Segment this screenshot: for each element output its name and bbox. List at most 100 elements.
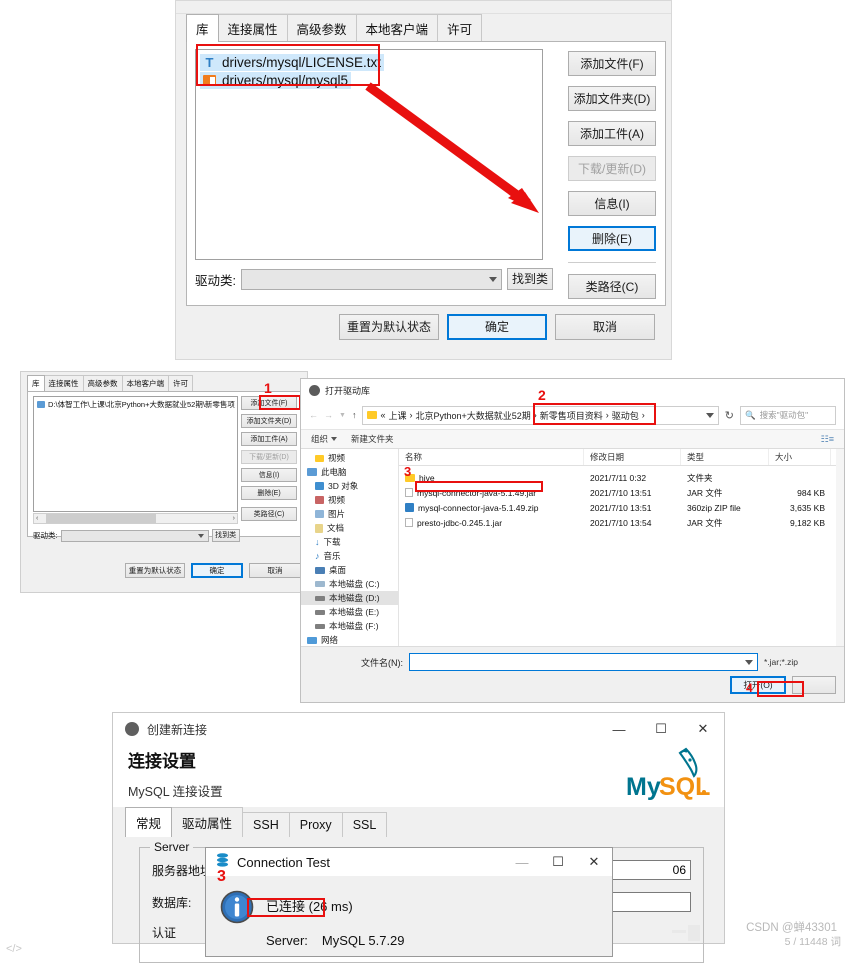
ok-button[interactable]: 确定 — [191, 563, 243, 578]
breadcrumb-item-2[interactable]: 新零售项目资料 — [540, 409, 603, 422]
sidebar-item-drive-d[interactable]: 本地磁盘 (D:) — [301, 591, 398, 605]
sidebar-item-network[interactable]: 网络 — [301, 633, 398, 646]
code-icon[interactable]: </> — [6, 943, 22, 955]
list-item[interactable]: D:\体智工作\上课\北京Python+大数据就业52期\新零售项 — [34, 397, 237, 412]
sidebar-item-desktop[interactable]: 桌面 — [301, 563, 398, 577]
tab-general[interactable]: 常规 — [125, 807, 173, 837]
cancel-button[interactable]: 取消 — [249, 563, 301, 578]
tab-proxy[interactable]: Proxy — [288, 812, 343, 837]
sidebar-item-pictures[interactable]: 图片 — [301, 507, 398, 521]
filename-input[interactable] — [409, 653, 758, 671]
add-file-button[interactable]: 添加文件(F) — [568, 51, 656, 76]
driver-class-select[interactable] — [240, 268, 502, 290]
table-row[interactable]: hive 2021/7/11 0:32 文件夹 — [399, 470, 844, 485]
chevron-down-icon[interactable] — [745, 659, 753, 665]
forward-arrow-icon[interactable]: → — [324, 410, 333, 420]
sidebar-item-this-pc[interactable]: 此电脑 — [301, 465, 398, 479]
ok-button[interactable]: 确定 — [447, 314, 547, 340]
column-header-size[interactable]: 大小 — [769, 449, 831, 465]
breadcrumb-item-3[interactable]: 驱动包 — [612, 409, 639, 422]
sidebar-item-documents[interactable]: 文档 — [301, 521, 398, 535]
sidebar-item-drive-c[interactable]: 本地磁盘 (C:) — [301, 577, 398, 591]
tab-ssl[interactable]: SSL — [341, 812, 388, 837]
list-item[interactable]: T drivers/mysql/LICENSE.txt — [200, 54, 385, 71]
explorer-sidebar[interactable]: 视频 此电脑 3D 对象 视频 图片 文档 ↓ 下载 ♪ 音乐 桌面 本地磁盘 … — [301, 449, 399, 646]
add-artifact-button[interactable]: 添加工件(A) — [568, 121, 656, 146]
sidebar-item-downloads[interactable]: ↓ 下载 — [301, 535, 398, 549]
tab-connection-properties[interactable]: 连接属性 — [43, 375, 84, 391]
sidebar-item-videos[interactable]: 视频 — [301, 493, 398, 507]
tab-driver-properties[interactable]: 驱动属性 — [171, 807, 244, 837]
column-header-date[interactable]: 修改日期 — [584, 449, 681, 465]
minimize-button[interactable]: — — [598, 713, 640, 745]
close-button[interactable]: ✕ — [682, 713, 724, 745]
maximize-button[interactable]: ☐ — [540, 848, 576, 876]
table-row[interactable]: mysql-connector-java-5.1.49.zip 2021/7/1… — [399, 500, 844, 515]
tab-advanced-params[interactable]: 高级参数 — [82, 375, 123, 391]
close-button[interactable]: ✕ — [576, 848, 612, 876]
scroll-left-icon[interactable]: ‹ — [34, 515, 38, 522]
sidebar-item-drive-e[interactable]: 本地磁盘 (E:) — [301, 605, 398, 619]
cancel-button[interactable] — [792, 676, 836, 694]
new-folder-button[interactable]: 新建文件夹 — [351, 433, 394, 445]
refresh-icon[interactable]: ↻ — [725, 409, 734, 422]
view-layout-icon[interactable]: ☷≡ — [821, 434, 834, 445]
breadcrumb-item-1[interactable]: 北京Python+大数据就业52期 — [415, 409, 530, 422]
tab-license[interactable]: 许可 — [437, 14, 483, 42]
add-file-button[interactable]: 添加文件(F) — [241, 396, 297, 410]
tab-ssh[interactable]: SSH — [242, 812, 290, 837]
column-header-type[interactable]: 类型 — [681, 449, 769, 465]
maximize-button[interactable]: ☐ — [640, 713, 682, 745]
classpath-button[interactable]: 类路径(C) — [241, 507, 297, 521]
sidebar-item-3d-objects[interactable]: 3D 对象 — [301, 479, 398, 493]
reset-defaults-button[interactable]: 重置为默认状态 — [125, 563, 185, 578]
scroll-right-icon[interactable]: › — [233, 515, 235, 522]
tab-library[interactable]: 库 — [27, 375, 45, 391]
sidebar-item-music[interactable]: ♪ 音乐 — [301, 549, 398, 563]
scrollbar-thumb[interactable] — [46, 514, 156, 523]
file-name-label: mysql-connector-java-5.1.49.jar — [417, 487, 537, 498]
tab-license[interactable]: 许可 — [168, 375, 193, 391]
sidebar-item-videos-fav[interactable]: 视频 — [301, 451, 398, 465]
add-folder-button[interactable]: 添加文件夹(D) — [241, 414, 297, 428]
find-class-button[interactable]: 找到类 — [506, 268, 553, 290]
breadcrumb-item-0[interactable]: 上课 — [388, 409, 406, 422]
column-headers: 名称 修改日期 类型 大小 — [399, 449, 844, 466]
vertical-scrollbar[interactable] — [836, 449, 844, 646]
find-class-button[interactable]: 找到类 — [211, 529, 240, 542]
column-header-name[interactable]: 名称 — [399, 449, 584, 465]
table-row[interactable]: presto-jdbc-0.245.1.jar 2021/7/10 13:54 … — [399, 515, 844, 530]
reset-defaults-button[interactable]: 重置为默认状态 — [339, 314, 439, 340]
tab-local-client[interactable]: 本地客户端 — [121, 375, 169, 391]
file-filter-select[interactable]: *.jar;*.zip — [764, 657, 836, 667]
driver-class-select[interactable] — [60, 529, 209, 542]
table-row[interactable]: mysql-connector-java-5.1.49.jar 2021/7/1… — [399, 485, 844, 500]
search-input[interactable]: 🔍 搜索"驱动包" — [740, 405, 836, 425]
tab-advanced-params[interactable]: 高级参数 — [286, 14, 357, 42]
open-button[interactable]: 打开(O) — [730, 676, 786, 694]
delete-button[interactable]: 删除(E) — [568, 226, 656, 251]
delete-button[interactable]: 删除(E) — [241, 486, 297, 500]
tab-library[interactable]: 库 — [186, 14, 219, 42]
chevron-down-icon[interactable] — [705, 412, 714, 418]
info-button[interactable]: 信息(I) — [241, 468, 297, 482]
library-file-list[interactable]: T drivers/mysql/LICENSE.txt drivers/mysq… — [195, 49, 543, 260]
chevron-down-icon[interactable]: ▼ — [339, 412, 346, 419]
list-item[interactable]: drivers/mysql/mysql5 — [200, 72, 352, 89]
cancel-button[interactable]: 取消 — [555, 314, 655, 340]
classpath-button[interactable]: 类路径(C) — [568, 274, 656, 299]
driver-class-label: 驱动类: — [33, 531, 58, 540]
add-artifact-button[interactable]: 添加工件(A) — [241, 432, 297, 446]
library-file-list-small[interactable]: D:\体智工作\上课\北京Python+大数据就业52期\新零售项 — [33, 396, 238, 512]
minimize-button[interactable]: — — [504, 848, 540, 876]
organize-menu[interactable]: 组织 — [311, 433, 338, 445]
add-folder-button[interactable]: 添加文件夹(D) — [568, 86, 656, 111]
breadcrumb[interactable]: « 上课 › 北京Python+大数据就业52期 › 新零售项目资料 › 驱动包… — [362, 405, 719, 425]
back-arrow-icon[interactable]: ← — [309, 410, 318, 420]
info-button[interactable]: 信息(I) — [568, 191, 656, 216]
horizontal-scrollbar[interactable]: ‹ › — [33, 513, 238, 524]
up-arrow-icon[interactable]: ↑ — [352, 410, 357, 420]
sidebar-item-drive-f[interactable]: 本地磁盘 (F:) — [301, 619, 398, 633]
tab-connection-properties[interactable]: 连接属性 — [217, 14, 288, 42]
tab-local-client[interactable]: 本地客户端 — [355, 14, 439, 42]
